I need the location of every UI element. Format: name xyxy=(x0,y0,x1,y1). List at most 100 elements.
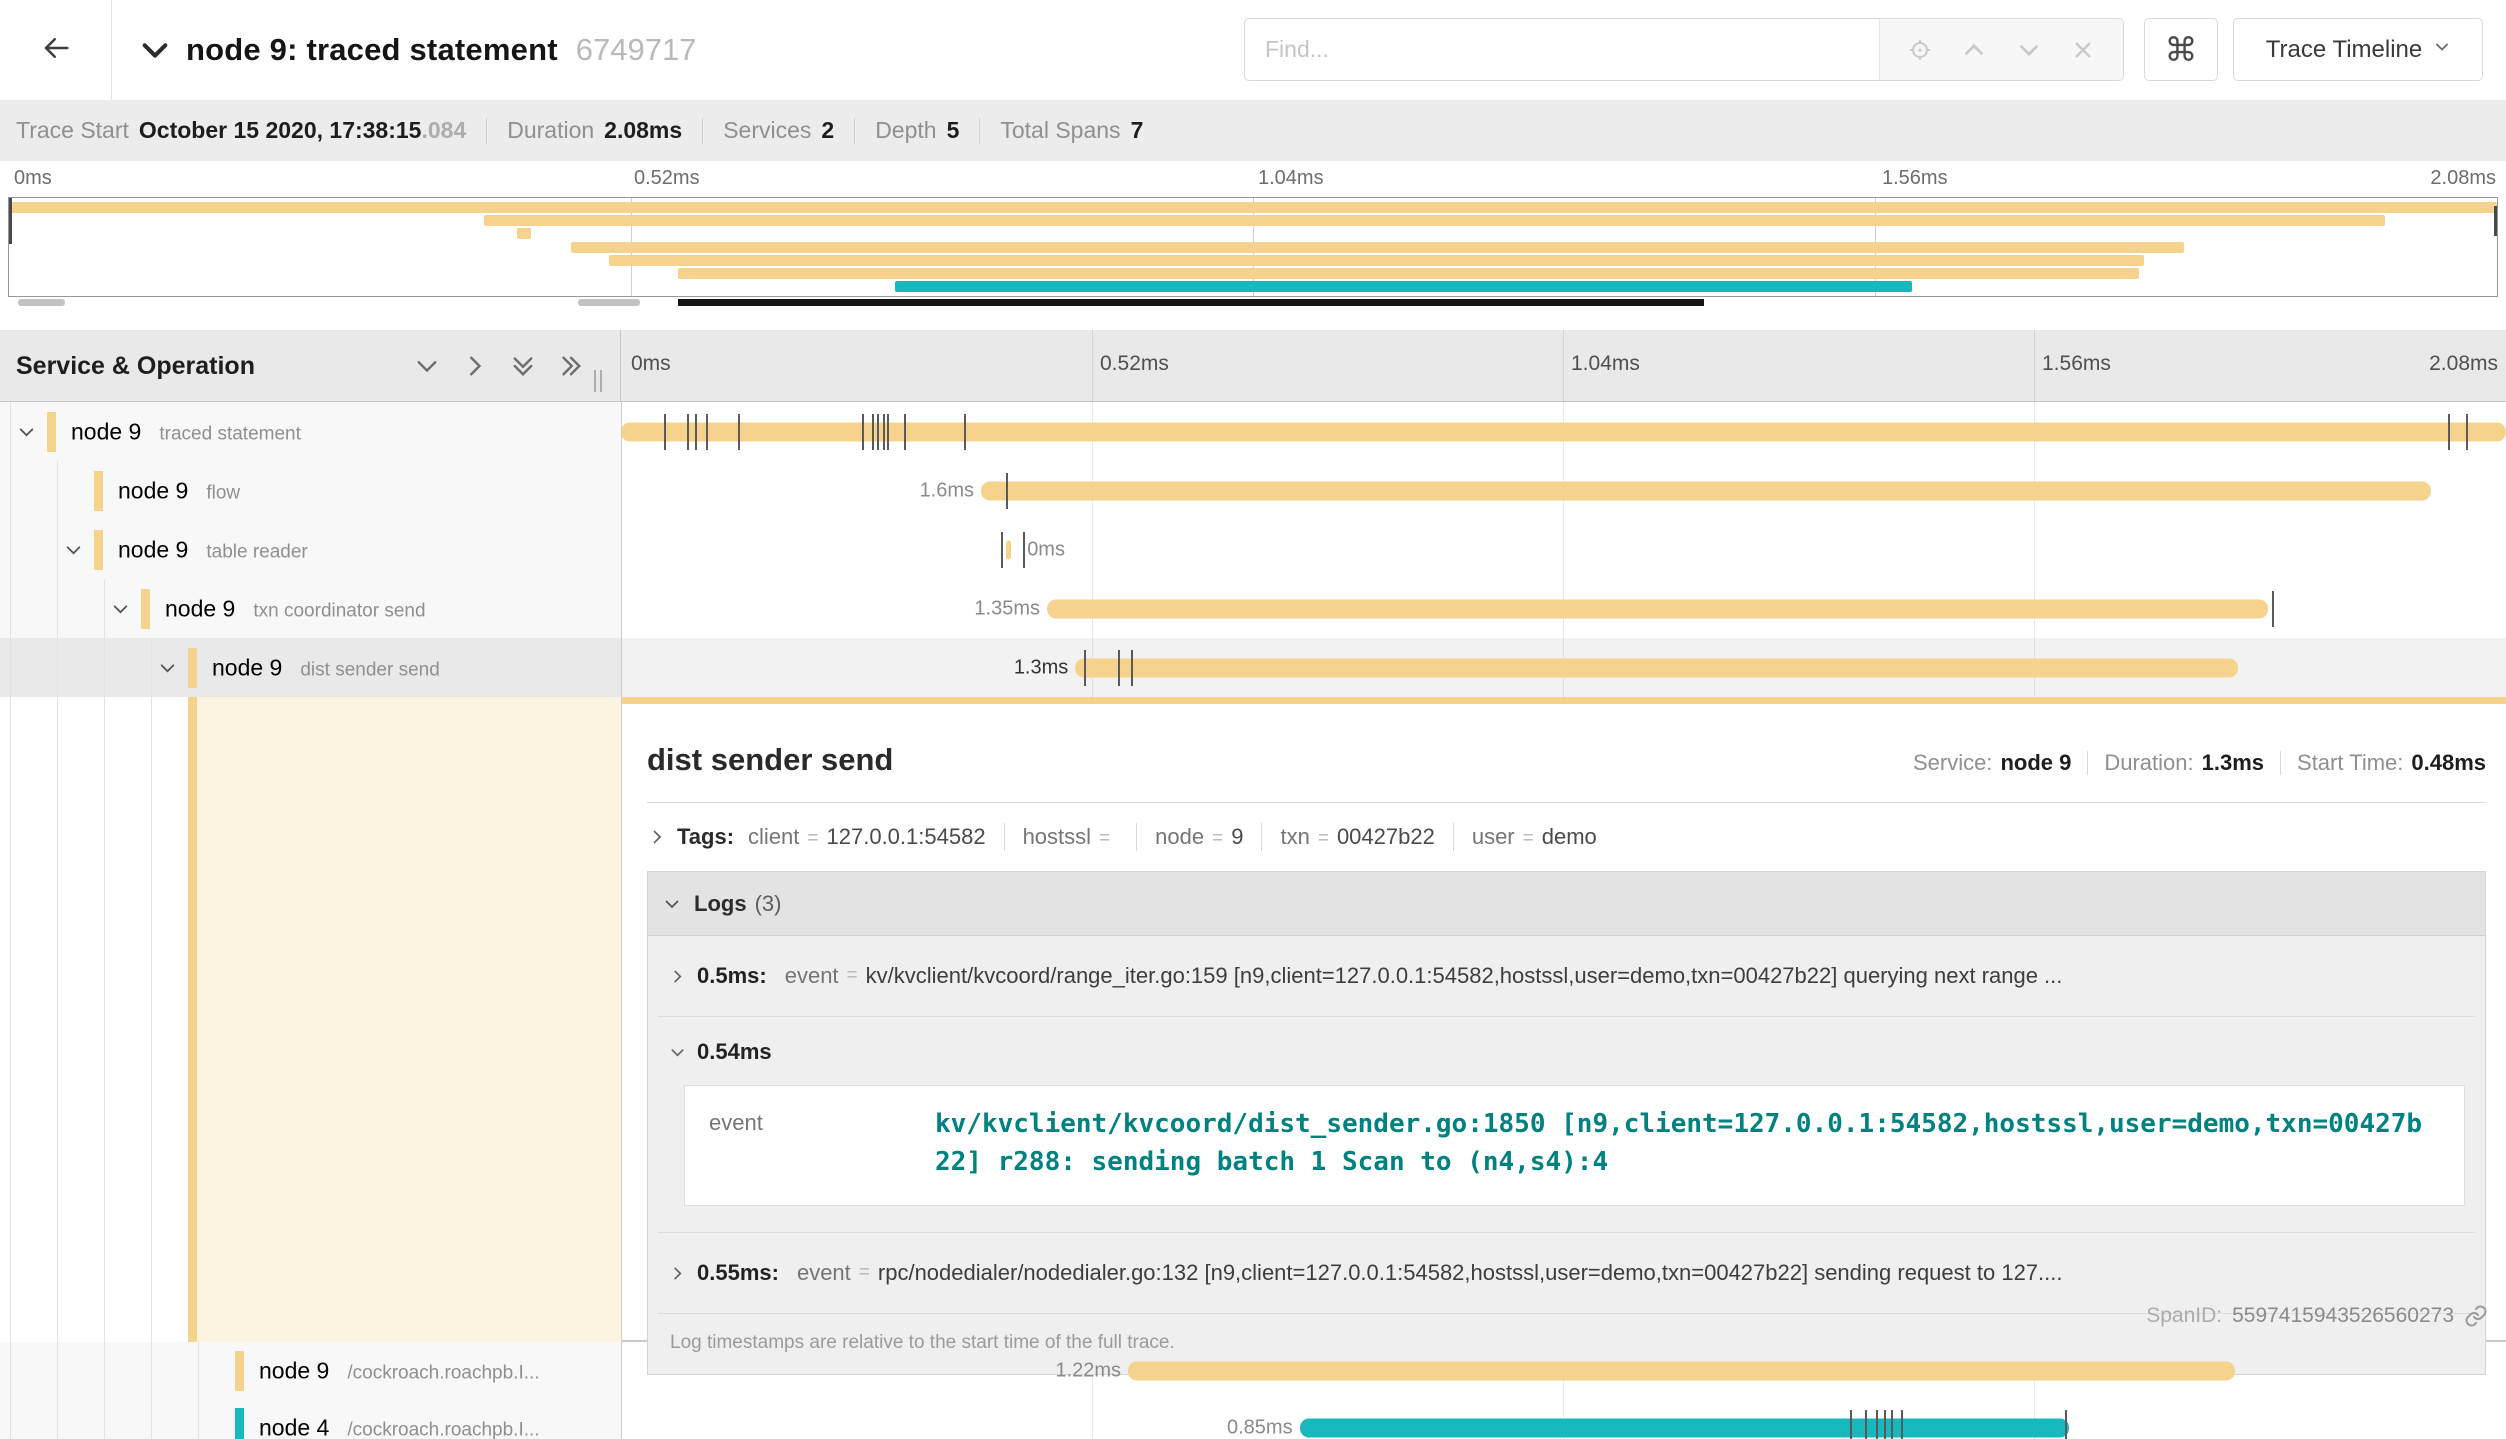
minimap-scroll-thumb[interactable] xyxy=(678,299,1704,306)
span-name-cell[interactable]: node 9txn coordinator send xyxy=(0,579,621,638)
tree-guide-line xyxy=(57,1342,58,1399)
tree-guide-line xyxy=(104,1399,105,1439)
log-marker-tick xyxy=(1901,1410,1903,1439)
operation-name: /cockroach.roachpb.I... xyxy=(347,1362,539,1383)
span-bar[interactable] xyxy=(1006,540,1012,559)
divider xyxy=(2087,751,2088,775)
chevron-right-icon xyxy=(649,829,665,845)
operation-name: flow xyxy=(206,482,240,503)
log-marker-tick xyxy=(1001,532,1003,568)
duration-value: 1.3ms xyxy=(2202,750,2264,776)
span-row[interactable]: node 9table reader0ms xyxy=(0,520,2506,579)
collapse-one-chevron-down-icon[interactable] xyxy=(415,354,439,378)
span-name-cell[interactable]: node 9dist sender send xyxy=(0,638,621,697)
chevron-down-icon[interactable] xyxy=(65,541,82,558)
span-bar[interactable] xyxy=(981,481,2431,500)
duration-label: Duration: xyxy=(2104,750,2193,776)
tree-guide-line xyxy=(10,461,11,520)
span-timeline-track[interactable]: 0.85ms xyxy=(621,1399,2506,1439)
minimap-left-scrubber[interactable] xyxy=(9,198,12,244)
column-resizer-grip[interactable] xyxy=(594,370,602,392)
log-entry[interactable]: 0.55ms: event = rpc/nodedialer/nodediale… xyxy=(658,1233,2475,1314)
log-marker-tick xyxy=(664,414,666,450)
log-entry-header[interactable]: 0.54ms xyxy=(670,1039,2465,1065)
span-timeline-track[interactable] xyxy=(621,402,2506,461)
tree-guide-line xyxy=(57,579,58,638)
span-row[interactable]: node 9/cockroach.roachpb.I...1.22ms xyxy=(0,1342,2506,1399)
tag-value: demo xyxy=(1542,824,1597,850)
span-bar[interactable] xyxy=(1128,1361,2234,1380)
ruler-gridline xyxy=(1563,330,1564,401)
log-entry[interactable]: 0.5ms: event = kv/kvclient/kvcoord/range… xyxy=(658,936,2475,1017)
chevron-down-icon[interactable] xyxy=(18,423,35,440)
back-button[interactable] xyxy=(0,0,112,100)
span-bar[interactable] xyxy=(1075,658,2238,677)
span-bar[interactable] xyxy=(1300,1418,2069,1437)
span-row[interactable]: node 9txn coordinator send1.35ms xyxy=(0,579,2506,638)
tag-item[interactable]: node=9 xyxy=(1155,824,1243,850)
tag-item[interactable]: user=demo xyxy=(1472,824,1597,850)
chevron-down-icon[interactable] xyxy=(140,35,170,65)
prev-match-chevron-up-icon[interactable] xyxy=(1959,35,1989,65)
focus-target-icon[interactable] xyxy=(1905,35,1935,65)
service-color-strip xyxy=(94,471,103,511)
span-name-cell[interactable]: node 4/cockroach.roachpb.I... xyxy=(0,1399,621,1439)
span-name-cell[interactable]: node 9/cockroach.roachpb.I... xyxy=(0,1342,621,1399)
find-input[interactable] xyxy=(1245,19,1879,80)
log-marker-tick xyxy=(1084,650,1086,686)
log-marker-tick xyxy=(904,414,906,450)
chevron-right-icon xyxy=(670,969,685,984)
trace-minimap: 0ms 0.52ms 1.04ms 1.56ms 2.08ms xyxy=(0,161,2506,330)
tags-label: Tags: xyxy=(677,824,734,850)
log-marker-tick xyxy=(964,414,966,450)
tags-row[interactable]: Tags: client=127.0.0.1:54582 hostssl= node… xyxy=(647,819,2486,855)
span-timeline-track[interactable]: 0ms xyxy=(621,520,2506,579)
span-name-cell[interactable]: node 9traced statement xyxy=(0,402,621,461)
minimap-right-scrubber[interactable] xyxy=(2494,206,2497,236)
span-name-cell[interactable]: node 9flow xyxy=(0,461,621,520)
logs-box: Logs (3) 0.5ms: event = kv/kvclient/kvco… xyxy=(647,871,2486,1375)
divider xyxy=(1453,823,1454,851)
link-icon[interactable] xyxy=(2464,1304,2488,1328)
logs-header[interactable]: Logs (3) xyxy=(648,872,2485,936)
span-row[interactable]: node 4/cockroach.roachpb.I...0.85ms xyxy=(0,1399,2506,1439)
trace-start-value: October 15 2020, 17:38:15 xyxy=(139,117,422,144)
span-name-cell[interactable]: node 9table reader xyxy=(0,520,621,579)
view-selector-label: Trace Timeline xyxy=(2266,36,2423,64)
next-match-chevron-down-icon[interactable] xyxy=(2014,35,2044,65)
expand-all-double-chevron-right-icon[interactable] xyxy=(559,354,583,378)
find-bar xyxy=(1244,18,2124,81)
trace-view-selector[interactable]: Trace Timeline xyxy=(2233,18,2483,81)
trace-start-label: Trace Start xyxy=(16,117,129,144)
minimap-span-bar xyxy=(571,242,2183,253)
logs-count: (3) xyxy=(755,891,782,917)
collapse-all-double-chevron-down-icon[interactable] xyxy=(511,354,535,378)
chevron-down-icon[interactable] xyxy=(112,600,129,617)
minimap-canvas[interactable] xyxy=(8,197,2498,297)
log-field-value: rpc/nodedialer/nodedialer.go:132 [n9,cli… xyxy=(878,1260,2465,1286)
log-marker-tick xyxy=(687,414,689,450)
tag-item[interactable]: hostssl= xyxy=(1023,824,1119,850)
span-timeline-track[interactable]: 1.22ms xyxy=(621,1342,2506,1399)
tree-guide-line xyxy=(10,638,11,697)
clear-search-icon[interactable] xyxy=(2068,35,2098,65)
trace-start-fraction: .084 xyxy=(421,117,466,144)
tag-item[interactable]: client=127.0.0.1:54582 xyxy=(748,824,986,850)
log-marker-tick xyxy=(1884,1410,1886,1439)
span-row[interactable]: node 9flow1.6ms xyxy=(0,461,2506,520)
span-timeline-track[interactable]: 1.35ms xyxy=(621,579,2506,638)
chevron-down-icon[interactable] xyxy=(159,659,176,676)
column-divider[interactable] xyxy=(621,402,622,1439)
total-spans-label: Total Spans xyxy=(1000,117,1120,144)
span-bar[interactable] xyxy=(1047,599,2268,618)
keyboard-shortcuts-button[interactable]: ⌘ xyxy=(2144,18,2218,81)
log-marker-tick xyxy=(695,414,697,450)
span-timeline-track[interactable]: 1.3ms xyxy=(621,638,2506,697)
span-row[interactable]: node 9traced statement xyxy=(0,402,2506,461)
tag-item[interactable]: txn=00427b22 xyxy=(1280,824,1434,850)
expand-one-chevron-right-icon[interactable] xyxy=(463,354,487,378)
span-timeline-track[interactable]: 1.6ms xyxy=(621,461,2506,520)
tree-guide-line xyxy=(10,697,11,1342)
span-row[interactable]: node 9dist sender send1.3ms xyxy=(0,638,2506,697)
service-color-strip xyxy=(235,1408,244,1439)
